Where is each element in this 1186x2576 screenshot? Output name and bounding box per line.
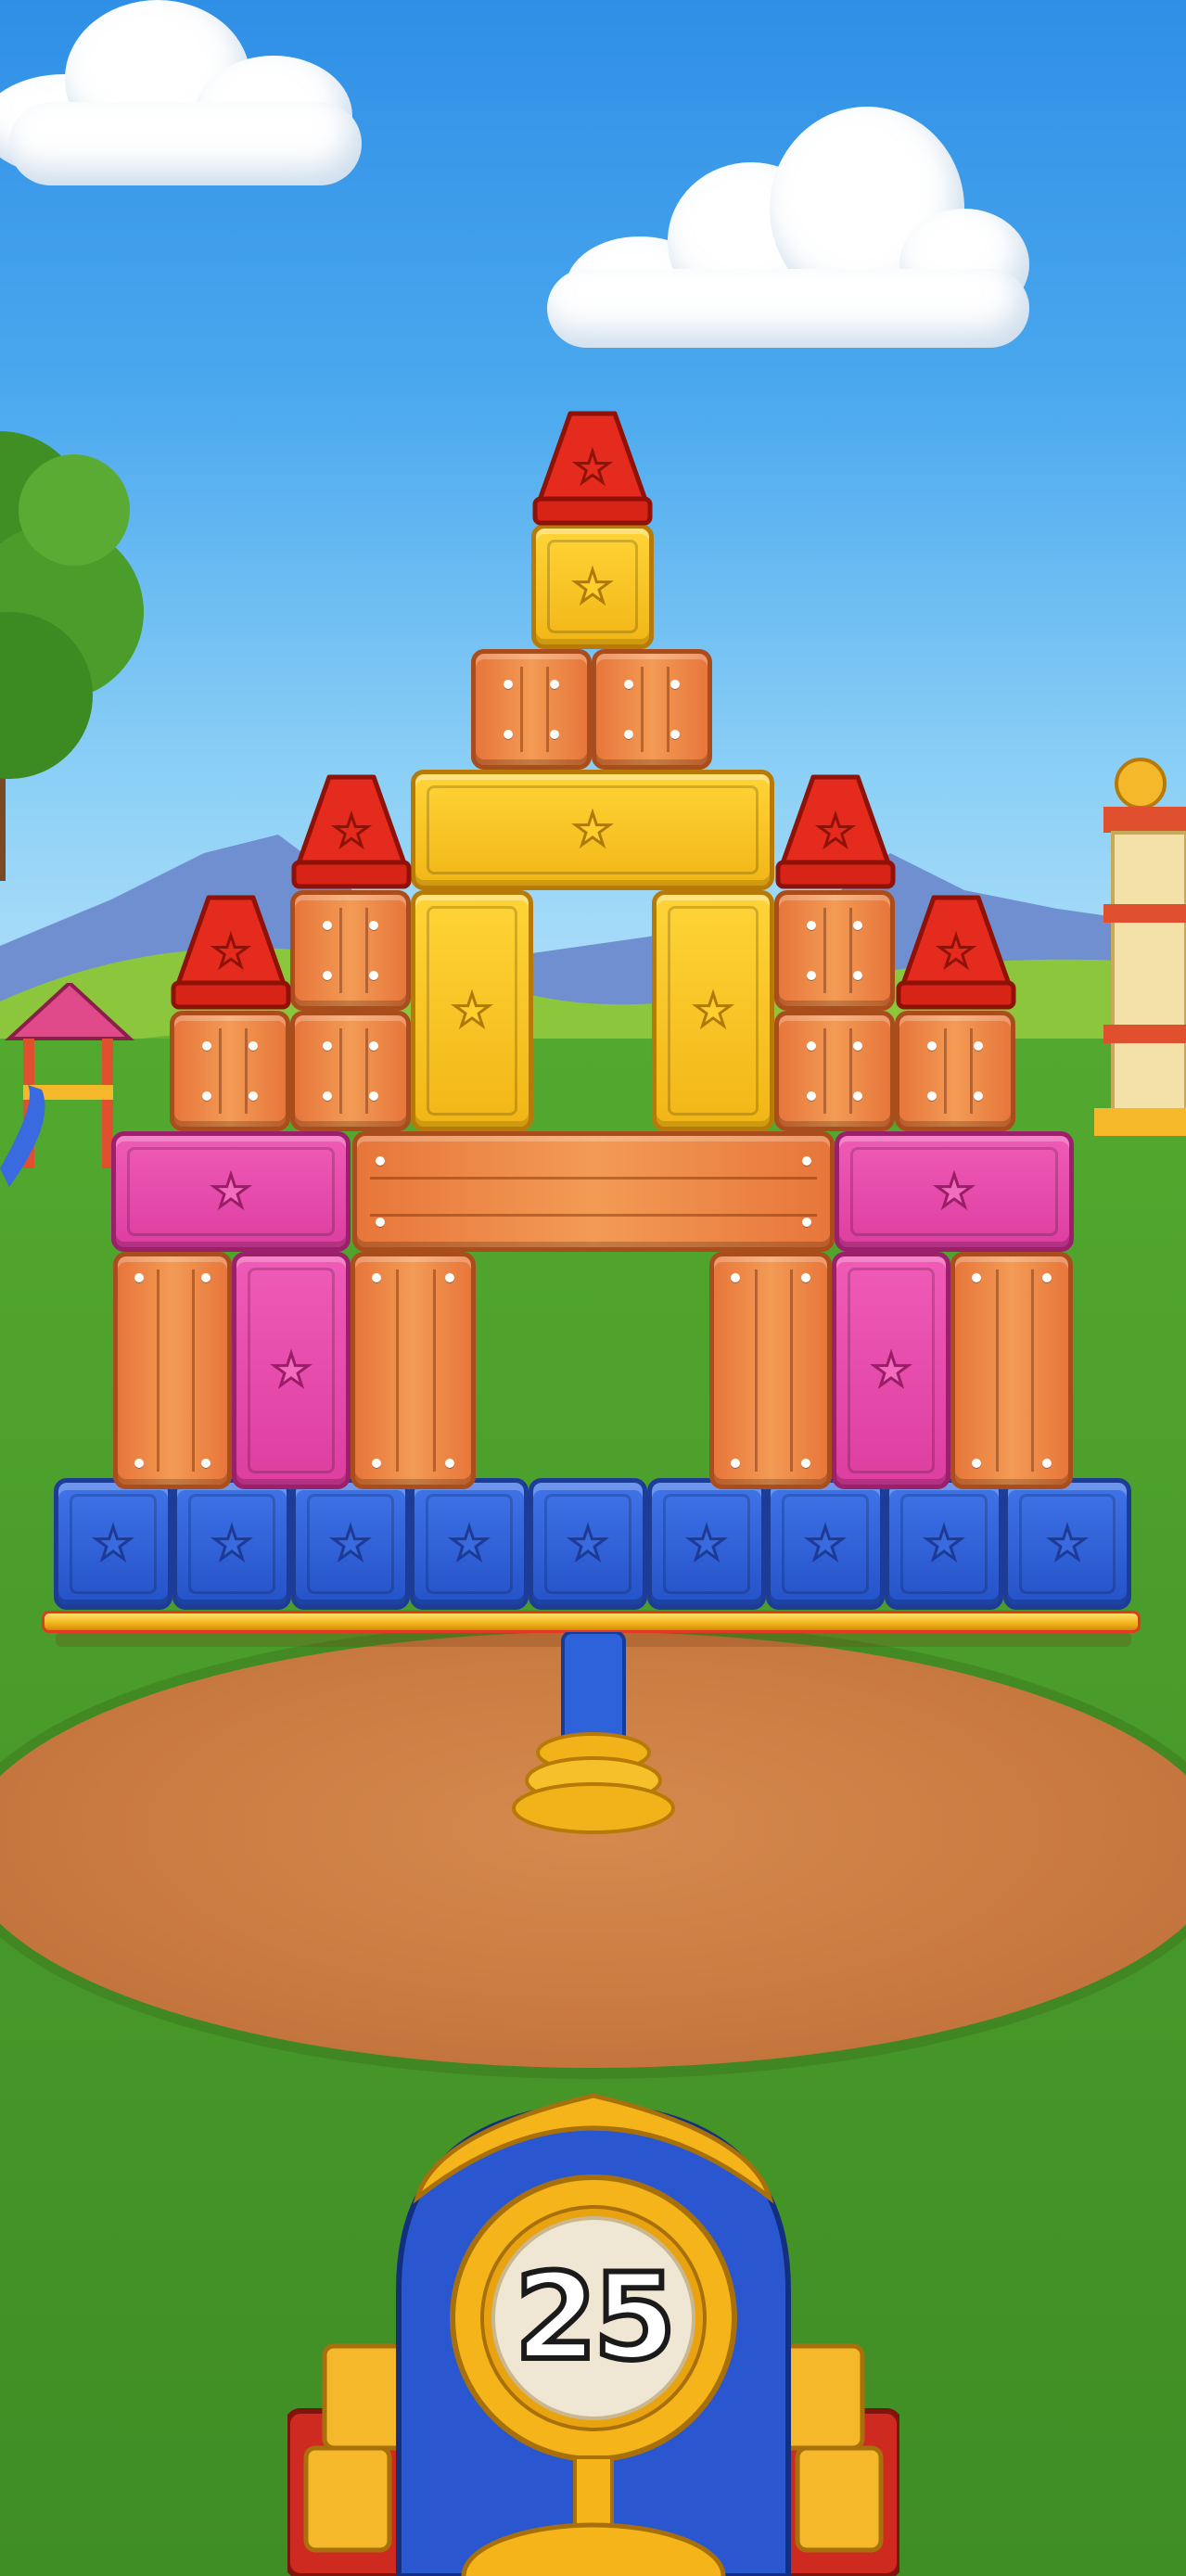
star-icon: ★ [923,1518,965,1570]
wood-block[interactable] [351,1252,476,1489]
blue-block[interactable]: ★ [647,1478,766,1610]
pink-block[interactable]: ★ [232,1252,351,1489]
star-icon: ★ [210,1518,253,1570]
pivot-stand [512,1632,675,1834]
svg-text:★: ★ [937,926,975,976]
red-roof-block[interactable]: ★ [170,890,292,1011]
blue-block[interactable]: ★ [529,1478,647,1610]
star-icon: ★ [1046,1518,1089,1570]
yellow-block[interactable]: ★ [531,524,654,649]
red-roof-block[interactable]: ★ [895,890,1017,1011]
pink-block[interactable]: ★ [832,1252,950,1489]
wood-crate[interactable] [774,890,895,1011]
star-icon: ★ [329,1518,372,1570]
pink-block[interactable]: ★ [111,1131,351,1252]
blue-block[interactable]: ★ [766,1478,885,1610]
wood-block[interactable] [950,1252,1073,1489]
star-icon: ★ [571,560,614,613]
yellow-beam[interactable]: ★ [411,770,774,890]
yellow-block[interactable]: ★ [652,890,774,1131]
cloud-right [547,107,1029,348]
wood-crate[interactable] [290,1011,411,1131]
wood-crate[interactable] [592,649,712,770]
wood-crate[interactable] [895,1011,1015,1131]
star-icon: ★ [571,804,614,856]
star-icon: ★ [451,985,493,1037]
tree [0,431,144,881]
star-icon: ★ [210,1166,252,1218]
star-icon: ★ [870,1345,912,1396]
background-tower [1094,758,1186,1136]
wood-block[interactable] [709,1252,832,1489]
star-icon: ★ [933,1166,976,1218]
blue-block[interactable]: ★ [885,1478,1003,1610]
cloud-left [0,0,389,185]
svg-text:★: ★ [816,806,854,856]
pink-block[interactable]: ★ [835,1131,1074,1252]
wood-crate[interactable] [170,1011,290,1131]
star-icon: ★ [92,1518,134,1570]
wood-crate[interactable] [774,1011,895,1131]
red-roof-block[interactable]: ★ [531,406,654,527]
wood-crate[interactable] [471,649,592,770]
star-icon: ★ [270,1345,312,1396]
blue-block[interactable]: ★ [172,1478,291,1610]
blue-block[interactable]: ★ [410,1478,529,1610]
svg-text:★: ★ [211,926,249,976]
star-icon: ★ [692,985,734,1037]
wood-crate[interactable] [290,890,411,1011]
red-roof-block[interactable]: ★ [290,770,413,890]
wood-block[interactable] [113,1252,232,1489]
red-roof-block[interactable]: ★ [774,770,897,890]
yellow-block[interactable]: ★ [411,890,533,1131]
star-icon: ★ [567,1518,609,1570]
blue-block[interactable]: ★ [1003,1478,1131,1610]
game-scene: ★ ★ ★ ★ ★ ★ ★ ★ ★ ★ ★ ★ ★ ★ ★ ★ ★ ★ ★ ★ … [0,0,1186,2576]
wood-plank[interactable] [352,1131,835,1252]
seesaw-beam [42,1611,1141,1633]
star-icon: ★ [685,1518,728,1570]
star-icon: ★ [804,1518,847,1570]
blue-block[interactable]: ★ [54,1478,172,1610]
star-icon: ★ [448,1518,491,1570]
svg-text:★: ★ [332,806,370,856]
svg-text:★: ★ [573,442,611,492]
balls-remaining-counter: 25 [512,2249,679,2387]
blue-block[interactable]: ★ [291,1478,410,1610]
